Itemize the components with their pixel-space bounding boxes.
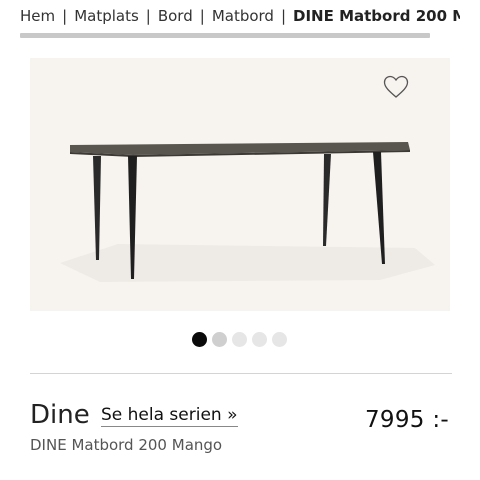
product-name: DINE Matbord 200 Mango — [30, 436, 223, 454]
gallery-dot-3[interactable] — [232, 332, 247, 347]
heart-outline-icon[interactable] — [383, 75, 409, 99]
product-price: 7995 :- — [365, 407, 449, 433]
breadcrumb-matbord[interactable]: Matbord — [212, 7, 274, 25]
brand-name: Dine — [30, 400, 90, 430]
breadcrumb-separator: | — [280, 7, 287, 25]
product-image[interactable] — [30, 58, 450, 311]
breadcrumb-matplats[interactable]: Matplats — [74, 7, 139, 25]
breadcrumb-scrollbar[interactable] — [20, 33, 430, 38]
gallery-dot-4[interactable] — [252, 332, 267, 347]
gallery-dot-1[interactable] — [192, 332, 207, 347]
breadcrumb: Hem | Matplats | Bord | Matbord | DINE Matbord 2… — [20, 6, 460, 26]
divider — [30, 373, 452, 374]
breadcrumb-separator: | — [199, 7, 205, 25]
breadcrumb-separator: | — [62, 7, 68, 25]
gallery-pagination — [192, 332, 287, 348]
gallery-dot-5[interactable] — [272, 332, 287, 347]
breadcrumb-separator: | — [145, 7, 151, 25]
gallery-dot-2[interactable] — [212, 332, 227, 347]
breadcrumb-bord[interactable]: Bord — [158, 7, 193, 25]
see-series-link[interactable]: Se hela serien » — [101, 405, 238, 427]
breadcrumb-home[interactable]: Hem — [20, 7, 55, 25]
breadcrumb-current: DINE Matbord 200 Mango — [293, 7, 460, 25]
